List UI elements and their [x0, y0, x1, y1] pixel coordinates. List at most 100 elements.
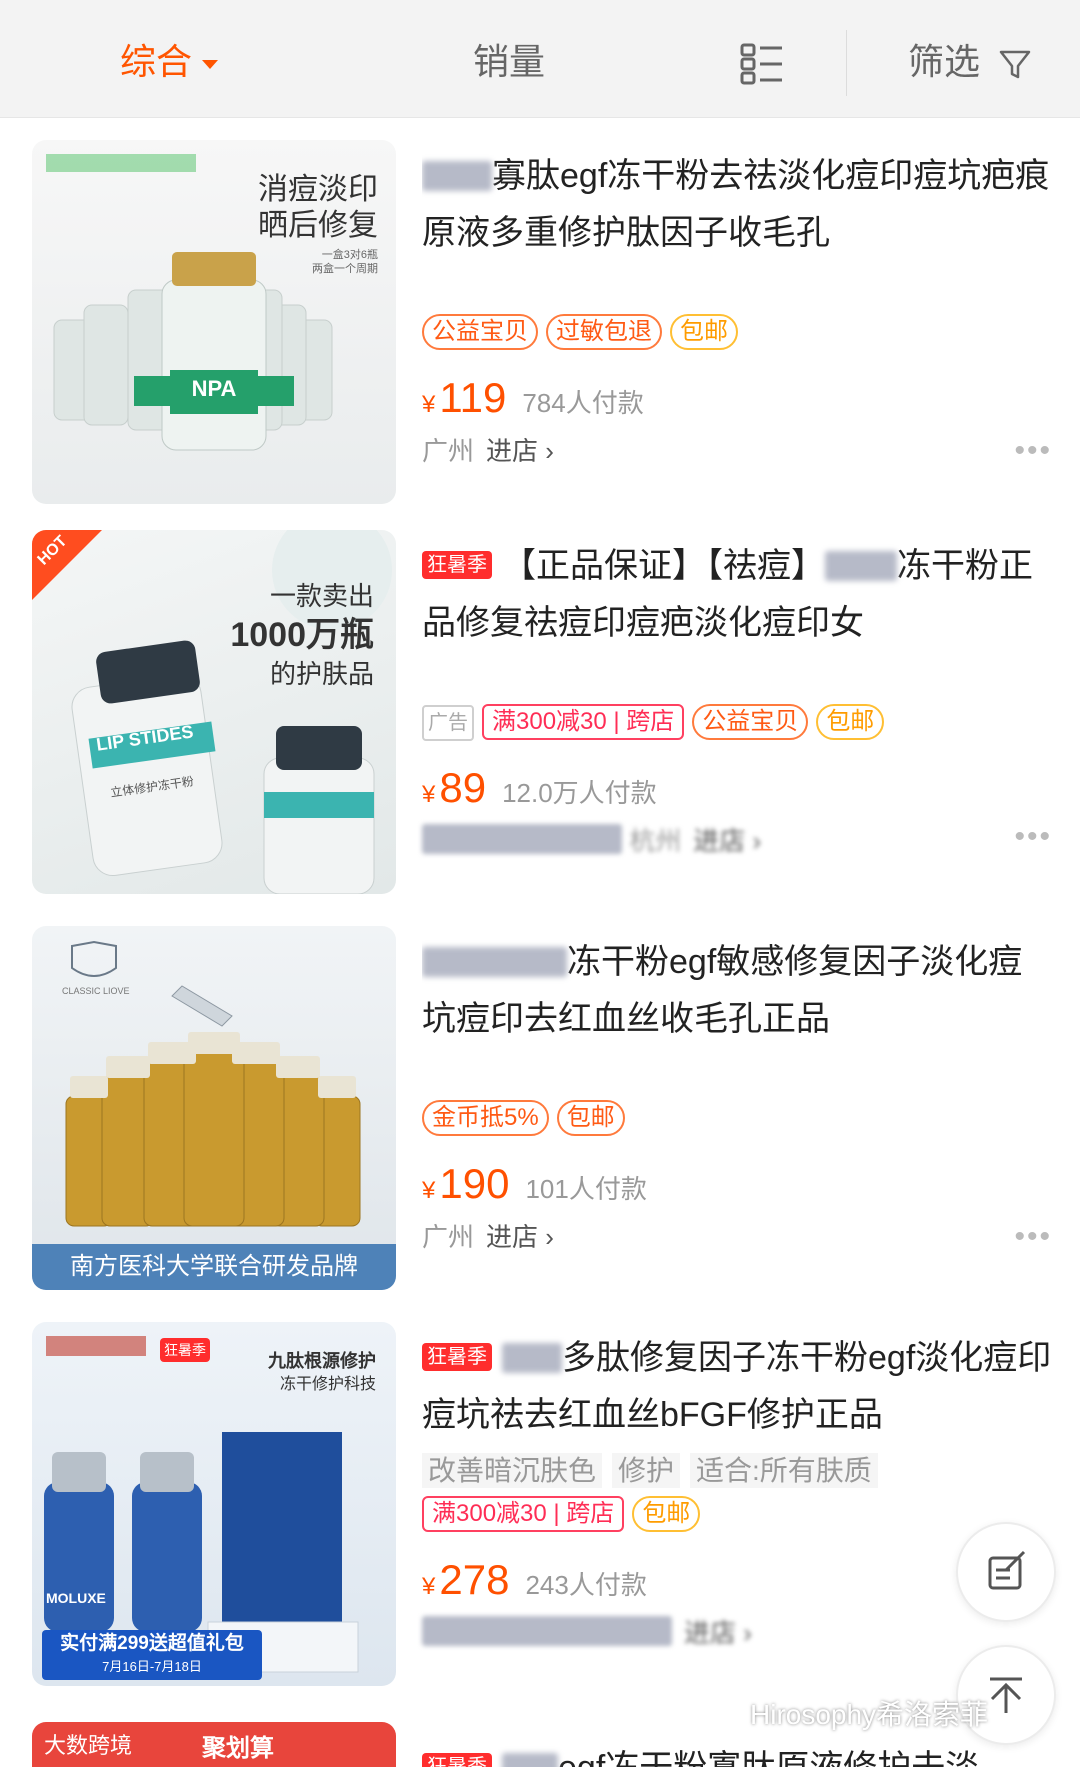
enter-shop-link[interactable]: 进店 ›	[486, 436, 554, 466]
product-card[interactable]: 消痘淡印 晒后修复 一盒3对6瓶 两盒一个周期 NPA 寡肽egf冻干粉去祛淡化…	[0, 140, 1080, 536]
image-caption: 冻干修护科技	[279, 1376, 376, 1393]
list-layout-icon[interactable]	[740, 42, 784, 86]
product-title[interactable]: 冻干粉egf敏感修复因子淡化痘坑痘印去红血丝收毛孔正品	[422, 934, 1052, 1048]
image-caption: 大数跨境	[44, 1733, 133, 1758]
image-headline: 九肽根源修护 冻干修护科技	[268, 1348, 376, 1396]
more-options-icon[interactable]: •••	[1014, 426, 1052, 476]
image-banner: 实付满299送超值礼包 7月16日-7月18日	[42, 1630, 262, 1680]
shop-row: 广州 进店 › •••	[422, 1212, 1052, 1262]
sort-comprehensive-tab[interactable]: 综合	[120, 40, 219, 84]
sales-count: 12.0万人付款	[502, 778, 657, 808]
brand-mark: CLASSIC LIOVE	[62, 986, 130, 996]
price-row: ¥89 12.0万人付款	[422, 760, 1052, 816]
watermark: Hirosophy希洛索菲	[750, 1699, 989, 1730]
badge: 满300减30 | 跨店	[482, 704, 685, 740]
price: 89	[439, 764, 487, 811]
product-image[interactable]: 消痘淡印 晒后修复 一盒3对6瓶 两盒一个周期 NPA	[32, 140, 396, 504]
bottle-label: NPA	[191, 376, 237, 401]
arrow-up-icon	[990, 1677, 1022, 1713]
product-photo	[65, 940, 361, 1227]
sales-count: 784人付款	[522, 388, 644, 418]
shop-city: 杭州	[629, 826, 682, 856]
image-headline: 一款卖出 1000万瓶 的护肤品	[230, 578, 374, 692]
sales-count: 243人付款	[525, 1570, 647, 1600]
product-image[interactable]: 狂暑季 九肽根源修护 冻干修护科技 MOLUXE 实付满299送超值礼包 7月1…	[32, 1322, 396, 1686]
blurred-brand	[422, 947, 567, 977]
caret-down-icon	[202, 59, 219, 69]
product-image[interactable]: HOT 一款卖出 1000万瓶 的护肤品 LIP STIDES 立体修护冻干粉	[32, 530, 396, 894]
shop-row: 杭州 进店 ›	[422, 816, 1052, 866]
image-caption: 聚划算	[202, 1735, 274, 1762]
badge: 公益宝贝	[422, 314, 538, 350]
filter-button[interactable]: 筛选	[908, 40, 1032, 84]
badge: 公益宝贝	[692, 704, 809, 740]
feedback-button[interactable]	[956, 1522, 1056, 1622]
product-info: 寡肽egf冻干粉去祛淡化痘印痘坑疤痕原液多重修护肽因子收毛孔 公益宝贝 过敏包退包…	[422, 148, 1052, 476]
currency-symbol: ¥	[422, 781, 436, 808]
blurred-shop-name	[422, 1616, 672, 1646]
more-options-icon[interactable]: •••	[1014, 1212, 1052, 1262]
image-caption: 消痘淡印	[258, 173, 378, 206]
currency-symbol: ¥	[422, 391, 436, 418]
image-headline: 消痘淡印 晒后修复	[228, 172, 378, 244]
product-card[interactable]: 狂暑季 九肽根源修护 冻干修护科技 MOLUXE 实付满299送超值礼包 7月1…	[0, 1322, 1080, 1718]
product-title[interactable]: 狂暑季 多肽修复因子冻干粉egf淡化痘印痘坑祛去红血丝bFGF修护正品	[422, 1330, 1052, 1444]
badge: 过敏包退	[546, 314, 662, 350]
product-title[interactable]: 寡肽egf冻干粉去祛淡化痘印痘坑疤痕原液多重修护肽因子收毛孔	[422, 148, 1052, 262]
sort-comprehensive-label: 综合	[120, 41, 193, 82]
blurred-brand	[422, 161, 492, 191]
blurred-brand	[502, 1753, 558, 1767]
badge: 满300减30 | 跨店	[422, 1496, 625, 1532]
image-banner-date: 7月16日-7月18日	[102, 1659, 202, 1674]
currency-symbol: ¥	[422, 1177, 436, 1204]
blurred-shop-name	[422, 824, 622, 854]
badge: 金币抵5%	[422, 1100, 549, 1136]
ad-tag: 广告	[422, 705, 474, 741]
image-banner-text: 实付满299送超值礼包	[60, 1633, 244, 1654]
badge-row: 金币抵5% 包邮	[422, 1100, 1052, 1150]
product-title[interactable]: 狂暑季 【正品保证】【祛痘】 冻干粉正品修复祛痘印痘疤淡化痘印女	[422, 538, 1052, 652]
product-title-text: egf冻干粉寡肽原液修护去淡	[558, 1749, 979, 1767]
enter-shop-link[interactable]: 进店 ›	[684, 1618, 752, 1648]
shop-city: 广州	[422, 436, 475, 466]
shop-row: 广州 进店 › •••	[422, 426, 1052, 476]
image-banner: 南方医科大学联合研发品牌	[32, 1244, 396, 1290]
product-title-text: 寡肽egf冻干粉去祛淡化痘印痘坑疤痕原液多重修护肽因子收毛孔	[422, 157, 1050, 252]
shop-city: 广州	[422, 1222, 475, 1252]
image-hot-tag: 狂暑季	[160, 1338, 210, 1362]
badge: 包邮	[670, 314, 738, 350]
product-info: 狂暑季 egf冻干粉寡肽原液修护去淡	[422, 1740, 1052, 1767]
product-image[interactable]: CLASSIC LIOVE 南方医科大学联合研发品牌	[32, 926, 396, 1290]
badge: 包邮	[816, 704, 885, 740]
attribute-chip: 适合:所有肤质	[690, 1453, 878, 1488]
product-card[interactable]: HOT 一款卖出 1000万瓶 的护肤品 LIP STIDES 立体修护冻干粉 …	[0, 530, 1080, 926]
badge: 包邮	[556, 1100, 625, 1136]
image-caption: 一款卖出	[269, 581, 374, 611]
blurred-brand	[502, 1343, 562, 1373]
more-options-icon[interactable]: •••	[1014, 820, 1052, 854]
funnel-icon	[999, 51, 1031, 79]
image-caption: 的护肤品	[269, 659, 374, 689]
product-card[interactable]: CLASSIC LIOVE 南方医科大学联合研发品牌 冻干粉egf敏感修复因子淡…	[0, 926, 1080, 1322]
image-note-line: 两盒一个周期	[312, 263, 378, 275]
badge: 包邮	[632, 1496, 701, 1532]
price-row: ¥190 101人付款	[422, 1156, 1052, 1212]
hot-season-tag: 狂暑季	[422, 1753, 492, 1767]
enter-shop-link[interactable]: 进店 ›	[693, 826, 761, 856]
image-caption: 九肽根源修护	[268, 1351, 376, 1371]
edit-icon	[988, 1550, 1026, 1590]
blurred-brand	[825, 551, 897, 581]
filter-label: 筛选	[908, 41, 981, 82]
image-note-line: 一盒3对6瓶	[321, 249, 378, 261]
enter-shop-link[interactable]: 进店 ›	[486, 1222, 554, 1252]
sort-sales-tab[interactable]: 销量	[473, 40, 545, 84]
image-caption: 1000万瓶	[230, 616, 374, 654]
image-caption: 晒后修复	[258, 209, 378, 242]
product-info: 狂暑季 多肽修复因子冻干粉egf淡化痘印痘坑祛去红血丝bFGF修护正品 改善暗沉肤…	[422, 1330, 1052, 1658]
price: 278	[439, 1556, 510, 1603]
product-title-text: 【正品保证】【祛痘】	[502, 547, 825, 585]
product-image[interactable]: 大数跨境 聚划算	[32, 1722, 396, 1767]
sales-count: 101人付款	[525, 1174, 647, 1204]
product-title[interactable]: 狂暑季 egf冻干粉寡肽原液修护去淡	[422, 1740, 1052, 1767]
badge-row: 广告 满300减30 | 跨店 公益宝贝 包邮	[422, 704, 1052, 754]
